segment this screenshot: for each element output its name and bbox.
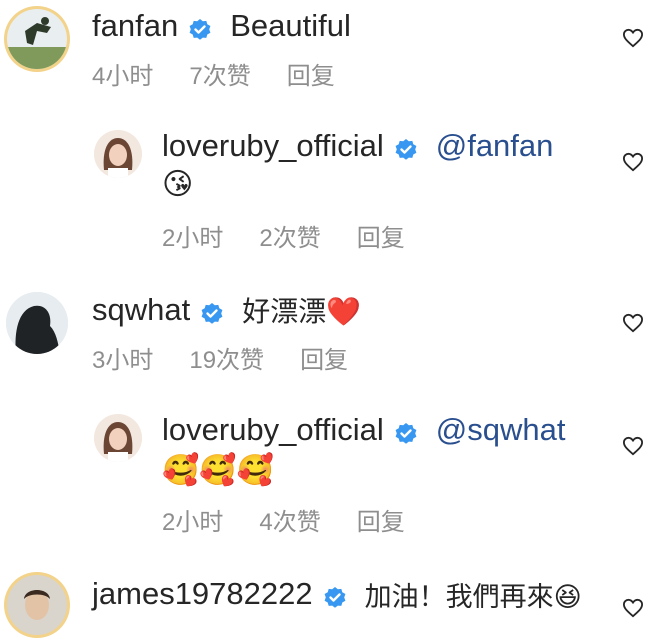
- username[interactable]: loveruby_official: [162, 128, 384, 164]
- woman-portrait-icon: [94, 130, 142, 178]
- reply-item: loveruby_official @fanfan 😘 2小时 2次赞 回复: [0, 118, 660, 258]
- timestamp: 3小时: [92, 347, 154, 374]
- timestamp: 2小时: [162, 225, 224, 252]
- like-count[interactable]: 7次赞: [189, 56, 250, 91]
- silhouette-profile-icon: [6, 292, 68, 354]
- username[interactable]: sqwhat: [92, 292, 190, 328]
- avatar[interactable]: [94, 130, 142, 178]
- heart-like-icon[interactable]: [622, 152, 644, 172]
- verified-badge-icon: [200, 298, 224, 324]
- heart-like-icon[interactable]: [622, 28, 644, 48]
- comment-text: 好漂漂❤️: [242, 295, 362, 328]
- avatar[interactable]: [94, 414, 142, 462]
- like-count[interactable]: 2次赞: [259, 218, 320, 253]
- timestamp: 4小时: [92, 63, 154, 90]
- verified-badge-icon: [394, 418, 418, 444]
- woman-portrait-icon: [94, 414, 142, 462]
- comment-emoji: 😘: [162, 167, 194, 202]
- comment-item: fanfan Beautiful 4小时 7次赞 回复: [0, 0, 660, 100]
- comment-text: Beautiful: [230, 8, 351, 43]
- person-leaping-icon: [7, 9, 67, 69]
- avatar[interactable]: [4, 572, 70, 638]
- username[interactable]: fanfan: [92, 8, 178, 44]
- like-count[interactable]: 19次赞: [189, 340, 264, 375]
- username[interactable]: loveruby_official: [162, 412, 384, 448]
- username[interactable]: james19782222: [92, 576, 313, 612]
- avatar[interactable]: [6, 292, 68, 354]
- heart-like-icon[interactable]: [622, 436, 644, 456]
- man-portrait-icon: [7, 575, 67, 635]
- reply-button[interactable]: 回复: [287, 56, 335, 91]
- reply-button[interactable]: 回复: [357, 502, 405, 537]
- verified-badge-icon: [323, 582, 347, 608]
- comment-emoji: 🥰🥰🥰: [162, 453, 275, 488]
- comment-item: sqwhat 好漂漂❤️ 3小时 19次赞 回复: [0, 280, 660, 380]
- verified-badge-icon: [188, 14, 212, 40]
- reply-button[interactable]: 回复: [300, 340, 348, 375]
- verified-badge-icon: [394, 134, 418, 160]
- reply-item: loveruby_official @sqwhat 🥰🥰🥰 2小时 4次赞 回复: [0, 402, 660, 542]
- like-count[interactable]: 4次赞: [259, 502, 320, 537]
- timestamp: 2小时: [162, 509, 224, 536]
- reply-button[interactable]: 回复: [357, 218, 405, 253]
- heart-like-icon[interactable]: [622, 313, 644, 333]
- mention-link[interactable]: @fanfan: [436, 128, 554, 164]
- comment-item: james19782222 加油！我們再來😆: [0, 564, 660, 638]
- heart-like-icon[interactable]: [622, 598, 644, 618]
- comment-text: 加油！我們再來😆: [364, 581, 582, 613]
- mention-link[interactable]: @sqwhat: [436, 412, 566, 448]
- avatar[interactable]: [4, 6, 70, 72]
